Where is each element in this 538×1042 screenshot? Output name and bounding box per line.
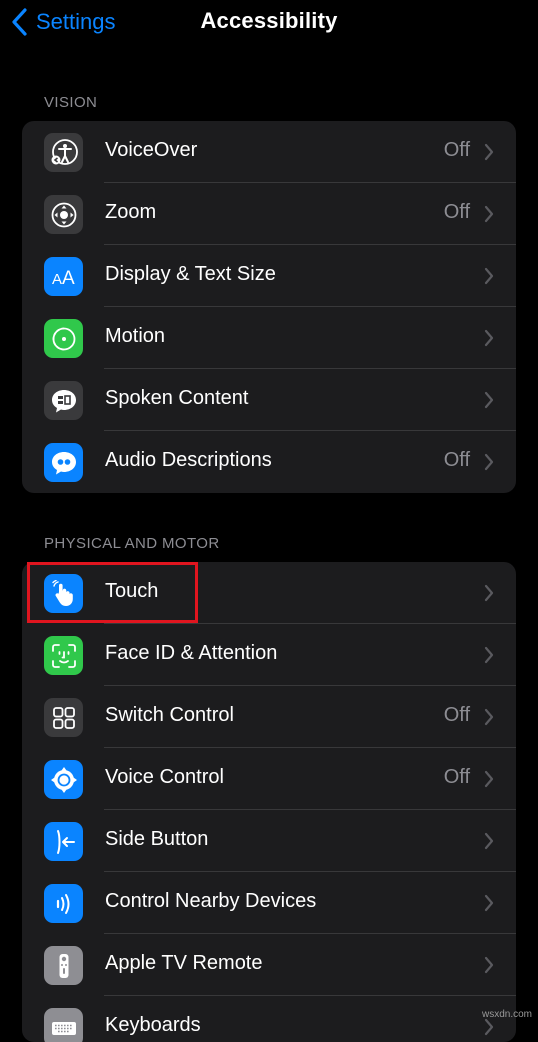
nav-bar: Settings Accessibility	[0, 0, 538, 46]
row-label: Side Button	[105, 828, 209, 850]
row-label: VoiceOver	[105, 139, 198, 161]
page-title: Accessibility	[200, 8, 338, 33]
row-value: Off	[443, 201, 470, 223]
row-label: Zoom	[105, 201, 157, 223]
chevron-right-icon	[484, 646, 494, 664]
audio-descriptions-icon	[44, 443, 83, 482]
row-zoom[interactable]: Zoom Off	[22, 183, 516, 245]
row-value: Off	[443, 139, 470, 161]
row-label: Switch Control	[105, 704, 234, 726]
chevron-right-icon	[484, 956, 494, 974]
svg-text:A: A	[62, 268, 75, 289]
chevron-right-icon	[484, 267, 494, 285]
row-label: Audio Descriptions	[105, 449, 272, 471]
row-touch[interactable]: Touch	[22, 562, 516, 624]
tv-remote-icon	[44, 946, 83, 985]
row-label: Apple TV Remote	[105, 952, 263, 974]
chevron-right-icon	[484, 708, 494, 726]
svg-text:A: A	[52, 271, 62, 288]
row-label: Spoken Content	[105, 387, 249, 409]
section-header-physical-motor: PHYSICAL AND MOTOR	[44, 535, 220, 552]
row-display-text-size[interactable]: A A Display & Text Size	[22, 245, 516, 307]
chevron-right-icon	[484, 143, 494, 161]
row-spoken-content[interactable]: Spoken Content	[22, 369, 516, 431]
row-apple-tv-remote[interactable]: Apple TV Remote	[22, 934, 516, 996]
row-audio-descriptions[interactable]: Audio Descriptions Off	[22, 431, 516, 493]
watermark: wsxdn.com	[481, 1009, 532, 1020]
chevron-right-icon	[484, 894, 494, 912]
row-side-button[interactable]: Side Button	[22, 810, 516, 872]
touch-hand-icon	[44, 574, 83, 613]
row-label: Keyboards	[105, 1014, 201, 1036]
row-label: Touch	[105, 580, 159, 602]
chevron-right-icon	[484, 329, 494, 347]
row-label: Display & Text Size	[105, 263, 276, 285]
voiceover-icon	[44, 133, 83, 172]
row-control-nearby-devices[interactable]: Control Nearby Devices	[22, 872, 516, 934]
chevron-right-icon	[484, 770, 494, 788]
row-label: Face ID & Attention	[105, 642, 278, 664]
section-header-vision: VISION	[44, 94, 98, 111]
chevron-right-icon	[484, 832, 494, 850]
zoom-icon	[44, 195, 83, 234]
row-label: Control Nearby Devices	[105, 890, 317, 912]
row-keyboards[interactable]: Keyboards	[22, 996, 516, 1042]
side-button-icon	[44, 822, 83, 861]
chevron-right-icon	[484, 453, 494, 471]
row-switch-control[interactable]: Switch Control Off	[22, 686, 516, 748]
row-value: Off	[443, 449, 470, 471]
row-label: Motion	[105, 325, 166, 347]
nearby-devices-icon	[44, 884, 83, 923]
row-voiceover[interactable]: VoiceOver Off	[22, 121, 516, 183]
vision-group: VoiceOver Off Zoom Off A A Display & Tex…	[22, 121, 516, 493]
row-value: Off	[443, 704, 470, 726]
text-size-icon: A A	[44, 257, 83, 296]
row-motion[interactable]: Motion	[22, 307, 516, 369]
chevron-right-icon	[484, 1018, 494, 1036]
chevron-right-icon	[484, 584, 494, 602]
motion-icon	[44, 319, 83, 358]
spoken-content-icon	[44, 381, 83, 420]
row-label: Voice Control	[105, 766, 224, 788]
row-face-id-attention[interactable]: Face ID & Attention	[22, 624, 516, 686]
voice-control-icon	[44, 760, 83, 799]
physical-motor-group: Touch Face ID & Attention Switch Control…	[22, 562, 516, 1042]
chevron-right-icon	[484, 391, 494, 409]
row-voice-control[interactable]: Voice Control Off	[22, 748, 516, 810]
chevron-right-icon	[484, 205, 494, 223]
keyboard-icon	[44, 1008, 83, 1042]
row-value: Off	[443, 766, 470, 788]
switch-control-icon	[44, 698, 83, 737]
face-id-icon	[44, 636, 83, 675]
